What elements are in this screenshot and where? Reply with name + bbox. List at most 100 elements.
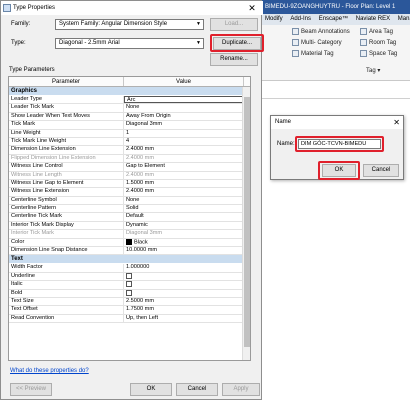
parameter-value[interactable]: 1.000000 (124, 264, 250, 271)
parameter-value[interactable]: 2.5000 mm (124, 298, 250, 305)
material-tag-button[interactable]: Material Tag (292, 50, 334, 57)
checkbox[interactable] (126, 281, 132, 288)
tab-naviate-rex[interactable]: Naviate REX (353, 14, 393, 25)
parameter-value[interactable]: 4 (124, 138, 250, 145)
parameter-value[interactable]: None (124, 104, 250, 111)
parameter-value[interactable] (124, 289, 250, 297)
close-icon[interactable]: ✕ (246, 2, 258, 14)
apply-button[interactable]: Apply (222, 383, 260, 396)
beam-annotations-label: Beam Annotations (301, 29, 350, 36)
table-row[interactable]: Tick Mark Diagonal 3mm (9, 121, 250, 130)
name-dialog: Name ✕ Name: DIM GÓC-TCVN-BIMEDU OK Canc… (270, 115, 404, 180)
multi-category-button[interactable]: Multi- Category (292, 39, 342, 46)
close-icon[interactable]: ✕ (393, 116, 400, 129)
parameter-value[interactable]: Dynamic (124, 222, 250, 229)
table-row[interactable]: Bold (9, 289, 250, 298)
parameter-value[interactable]: Up, then Left (124, 315, 250, 322)
parameter-value[interactable]: 1.5000 mm (124, 180, 250, 187)
family-value: System Family: Angular Dimension Style (59, 21, 168, 27)
table-row[interactable]: Read Convention Up, then Left (9, 314, 250, 324)
table-row[interactable]: Dimension Line Extension 2.4000 mm (9, 146, 250, 155)
table-row[interactable]: Show Leader When Text Moves Away From Ori… (9, 112, 250, 122)
parameter-value[interactable]: Gap to Element (124, 163, 250, 170)
family-dropdown[interactable]: System Family: Angular Dimension Style ▼ (55, 19, 204, 30)
dialog-title-bar: Type Properties (1, 1, 263, 15)
space-tag-button[interactable]: Space Tag (360, 50, 397, 57)
table-row[interactable]: Interior Tick Mark Display Dynamic (9, 221, 250, 231)
table-row[interactable]: Line Weight 1 (9, 129, 250, 138)
checkbox[interactable] (126, 289, 132, 296)
table-row[interactable]: Dimension Line Snap Distance 10.0000 mm (9, 247, 250, 256)
area-tag-button[interactable]: Area Tag (360, 28, 393, 35)
parameter-value[interactable]: Default (124, 213, 250, 220)
table-row[interactable]: Leader Type Arc (9, 96, 250, 105)
parameter-value[interactable]: Away From Origin (124, 113, 250, 120)
room-tag-button[interactable]: Room Tag (360, 39, 396, 46)
tab-manage[interactable]: Manage (395, 14, 410, 25)
table-row[interactable]: Text Offset 1.7500 mm (9, 306, 250, 315)
multi-category-label: Multi- Category (301, 40, 342, 47)
table-row[interactable]: Centerline Tick Mark Default (9, 213, 250, 222)
parameter-value[interactable]: 2.4000 mm (124, 146, 250, 153)
tab-modify[interactable]: Modify (262, 14, 286, 25)
parameter-name: Italic (9, 281, 124, 289)
parameter-value[interactable]: 1 (124, 130, 250, 137)
tag-panel-label[interactable]: Tag ▾ (366, 67, 380, 74)
type-parameters-grid: Parameter Value Graphics Leader Type Arc Le… (8, 76, 251, 361)
name-input-highlight (295, 136, 384, 152)
type-label: Type: (11, 40, 26, 46)
checkbox[interactable] (126, 272, 132, 279)
name-cancel-button[interactable]: Cancel (363, 164, 399, 177)
table-row[interactable]: Italic (9, 281, 250, 290)
tab-enscape[interactable]: Enscape™ (316, 14, 351, 25)
table-row[interactable]: Witness Line Extension 2.4000 mm (9, 188, 250, 197)
table-row[interactable]: Color Black (9, 238, 250, 248)
parameter-value[interactable]: 10.0000 mm (124, 247, 250, 254)
value-column-header: Value (124, 77, 244, 86)
group-header-graphics[interactable]: Graphics (9, 87, 250, 96)
parameter-value[interactable]: Black (124, 238, 250, 246)
space-tag-icon (360, 50, 367, 57)
parameter-value[interactable]: Solid (124, 205, 250, 212)
load-button[interactable]: Load... (210, 18, 258, 31)
table-row[interactable]: Flipped Dimension Line Extension 2.4000 m… (9, 154, 250, 164)
table-row[interactable]: Centerline Symbol None (9, 196, 250, 206)
parameter-value[interactable]: 1.7500 mm (124, 306, 250, 313)
parameter-value[interactable]: None (124, 197, 250, 204)
table-row[interactable]: Tick Mark Line Weight 4 (9, 137, 250, 147)
table-row[interactable]: Width Factor 1.000000 (9, 264, 250, 273)
revit-app-icon (3, 4, 11, 12)
parameter-value[interactable] (124, 272, 250, 280)
table-row[interactable]: Text Size 2.5000 mm (9, 297, 250, 307)
parameter-name: Interior Tick Mark Display (9, 221, 124, 230)
rename-button[interactable]: Rename... (210, 53, 258, 66)
parameter-name: Text Offset (9, 306, 124, 314)
ok-button[interactable]: OK (130, 383, 172, 396)
parameter-name: Tick Mark (9, 121, 124, 129)
preview-button[interactable]: << Preview (10, 383, 52, 396)
parameter-value[interactable]: Diagonal 3mm (124, 121, 250, 128)
room-tag-label: Room Tag (369, 40, 397, 47)
table-row[interactable]: Centerline Pattern Solid (9, 205, 250, 214)
table-row[interactable]: Witness Line Gap to Element 1.5000 mm (9, 179, 250, 189)
tab-add-ins[interactable]: Add-Ins (287, 14, 314, 25)
parameter-value[interactable]: Arc (124, 96, 250, 104)
table-row[interactable]: Leader Tick Mark None (9, 104, 250, 113)
parameter-value[interactable] (124, 281, 250, 288)
group-header-text[interactable]: Text (9, 255, 250, 265)
help-link[interactable]: What do these properties do? (10, 368, 89, 374)
table-row[interactable]: Underline (9, 272, 250, 282)
parameter-name: Tick Mark Line Weight (9, 137, 124, 146)
room-tag-icon (360, 39, 367, 46)
view-divider (262, 98, 410, 99)
scrollbar-thumb[interactable] (244, 97, 250, 347)
beam-annotations-button[interactable]: Beam Annotations (292, 28, 350, 35)
parameter-value[interactable]: 2.4000 mm (124, 188, 250, 195)
table-row[interactable]: Interior Tick Mark Diagonal 3mm (9, 230, 250, 239)
area-tag-icon (360, 28, 367, 35)
table-row[interactable]: Witness Line Control Gap to Element (9, 163, 250, 172)
cancel-button[interactable]: Cancel (176, 383, 218, 396)
grid-scrollbar[interactable] (242, 87, 250, 360)
type-dropdown[interactable]: Diagonal - 2.5mm Arial ▼ (55, 38, 204, 49)
table-row[interactable]: Witness Line Length 2.4000 mm (9, 171, 250, 180)
